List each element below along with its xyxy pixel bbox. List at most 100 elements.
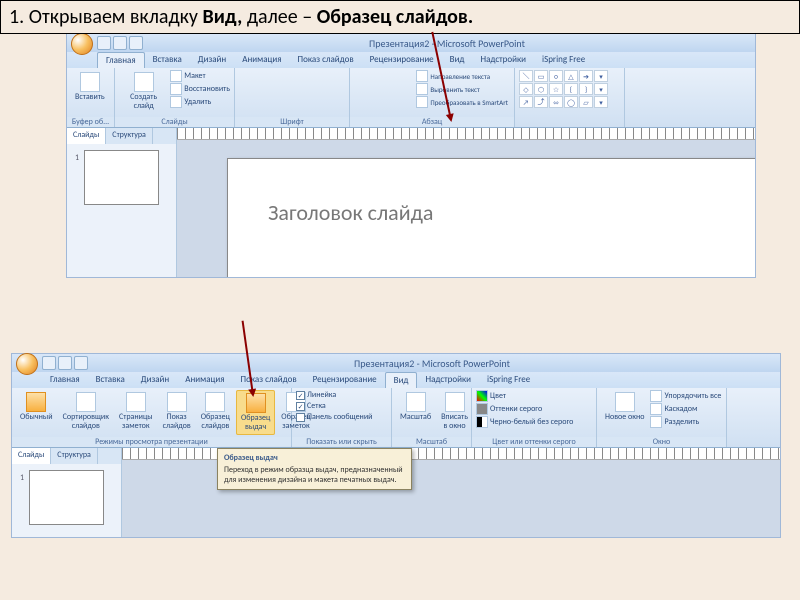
qat-redo-icon[interactable]	[74, 356, 88, 370]
new-window-button[interactable]: Новое окно	[601, 390, 648, 424]
tab-addins-2[interactable]: Надстройки	[417, 372, 479, 388]
shape-oval-icon[interactable]: ○	[549, 70, 563, 82]
tab-slideshow-2[interactable]: Показ слайдов	[233, 372, 305, 388]
side-tab-outline-2[interactable]: Структура	[51, 448, 98, 464]
color-button[interactable]: Цвет	[476, 390, 573, 402]
handout-master-button[interactable]: Образец выдач	[236, 390, 275, 435]
group-window-label: Окно	[597, 437, 726, 447]
shape-icon[interactable]: ▱	[579, 96, 593, 108]
notes-label: Страницы заметок	[119, 413, 153, 431]
notes-page-button[interactable]: Страницы заметок	[115, 390, 157, 433]
shape-icon[interactable]: ▾	[594, 83, 608, 95]
thumb-number-b: 1	[20, 473, 24, 483]
slide-edit-area[interactable]: Заголовок слайда	[227, 158, 755, 277]
shape-icon[interactable]: ⤴	[534, 96, 548, 108]
fit-window-button[interactable]: Вписать в окно	[437, 390, 472, 433]
cascade-icon	[650, 403, 662, 415]
tab-home[interactable]: Главная	[97, 52, 145, 68]
tab-design-2[interactable]: Дизайн	[133, 372, 177, 388]
message-bar-checkbox[interactable]: Панель сообщений	[296, 412, 372, 422]
tab-addins[interactable]: Надстройки	[472, 52, 534, 68]
side-tab-slides[interactable]: Слайды	[67, 128, 106, 144]
new-slide-button[interactable]: Создать слайд	[119, 70, 168, 113]
ruler-label: Линейка	[307, 390, 336, 400]
horizontal-ruler	[177, 128, 755, 140]
normal-view-button[interactable]: Обычный	[16, 390, 57, 424]
shape-more-icon[interactable]: ▾	[594, 70, 608, 82]
slideshow-view-button[interactable]: Показ слайдов	[159, 390, 195, 433]
tab-review[interactable]: Рецензирование	[362, 52, 442, 68]
split-button[interactable]: Разделить	[650, 416, 721, 428]
delete-button[interactable]: Удалить	[170, 96, 230, 108]
group-font: Шрифт	[235, 68, 350, 127]
shape-triangle-icon[interactable]: △	[564, 70, 578, 82]
shape-icon[interactable]: ▾	[594, 96, 608, 108]
tab-insert-2[interactable]: Вставка	[88, 372, 133, 388]
tab-view-2[interactable]: Вид	[385, 372, 418, 388]
grayscale-button[interactable]: Оттенки серого	[476, 403, 573, 415]
notes-page-icon	[126, 392, 146, 412]
group-show-hide: ✓Линейка ✓Сетка Панель сообщений Показат…	[292, 388, 392, 447]
qat-redo-icon[interactable]	[129, 36, 143, 50]
group-show-hide-label: Показать или скрыть	[292, 437, 391, 447]
side-tab-slides-2[interactable]: Слайды	[12, 448, 51, 464]
qat-undo-icon[interactable]	[113, 36, 127, 50]
shape-icon[interactable]: {	[564, 83, 578, 95]
ruler-checkbox[interactable]: ✓Линейка	[296, 390, 372, 400]
smartart-button[interactable]: Преобразовать в SmartArt	[416, 96, 508, 108]
arrange-all-button[interactable]: Упорядочить все	[650, 390, 721, 402]
office-button-2[interactable]	[16, 353, 38, 375]
slide-thumbnail-1b[interactable]: 1	[29, 470, 104, 525]
sorter-view-button[interactable]: Сортировщик слайдов	[59, 390, 113, 433]
zoom-button[interactable]: Масштаб	[396, 390, 435, 424]
tab-slideshow[interactable]: Показ слайдов	[290, 52, 362, 68]
color-label: Цвет	[490, 391, 506, 401]
tab-view[interactable]: Вид	[442, 52, 473, 68]
shape-icon[interactable]: ↗	[519, 96, 533, 108]
shape-icon[interactable]: ⬡	[534, 83, 548, 95]
tab-animation-2[interactable]: Анимация	[177, 372, 232, 388]
shape-icon[interactable]: ◯	[564, 96, 578, 108]
slide-master-button[interactable]: Образец слайдов	[197, 390, 234, 433]
shapes-gallery[interactable]: ＼ ▭ ○ △ ➔ ▾ ◇ ⬡ ☆ { } ▾ ↗ ⤴ ⬄ ◯ ▱	[519, 70, 608, 108]
qat-save-icon[interactable]	[42, 356, 56, 370]
shape-rect-icon[interactable]: ▭	[534, 70, 548, 82]
office-button[interactable]	[71, 33, 93, 55]
qat-save-icon[interactable]	[97, 36, 111, 50]
group-color: Цвет Оттенки серого Черно-белый без серо…	[472, 388, 597, 447]
paste-button[interactable]: Вставить	[71, 70, 109, 104]
gridlines-checkbox[interactable]: ✓Сетка	[296, 401, 372, 411]
reset-button[interactable]: Восстановить	[170, 83, 230, 95]
side-tab-outline[interactable]: Структура	[106, 128, 153, 144]
align-text-button[interactable]: Выровнить текст	[416, 83, 508, 95]
tab-design[interactable]: Дизайн	[190, 52, 234, 68]
checkbox-checked-icon: ✓	[296, 391, 305, 400]
handout-master-label: Образец выдач	[241, 414, 270, 432]
slides-panel-2: Слайды Структура 1	[12, 448, 122, 537]
normal-view-icon	[26, 392, 46, 412]
shape-line-icon[interactable]: ＼	[519, 70, 533, 82]
tab-ispring[interactable]: iSpring Free	[534, 52, 593, 68]
layout-button[interactable]: Макет	[170, 70, 230, 82]
slide-thumbnail-1[interactable]: 1	[84, 150, 159, 205]
split-label: Разделить	[664, 417, 699, 427]
tab-insert[interactable]: Вставка	[145, 52, 190, 68]
text-direction-button[interactable]: Направление текста	[416, 70, 508, 82]
qat-undo-icon[interactable]	[58, 356, 72, 370]
tab-animation[interactable]: Анимация	[234, 52, 289, 68]
shape-arrow-icon[interactable]: ➔	[579, 70, 593, 82]
slide-title-placeholder[interactable]: Заголовок слайда	[268, 199, 734, 226]
shape-icon[interactable]: ☆	[549, 83, 563, 95]
tab-home-2[interactable]: Главная	[42, 372, 88, 388]
tooltip-title: Образец выдач	[224, 453, 405, 463]
tab-ispring-2[interactable]: iSpring Free	[479, 372, 538, 388]
group-slides-label: Слайды	[115, 117, 234, 127]
shape-icon[interactable]: ⬄	[549, 96, 563, 108]
group-paragraph: Направление текста Выровнить текст Преоб…	[350, 68, 515, 127]
shape-icon[interactable]: }	[579, 83, 593, 95]
tab-review-2[interactable]: Рецензирование	[305, 372, 385, 388]
shape-icon[interactable]: ◇	[519, 83, 533, 95]
bw-button[interactable]: Черно-белый без серого	[476, 416, 573, 428]
message-bar-label: Панель сообщений	[307, 412, 372, 422]
cascade-button[interactable]: Каскадом	[650, 403, 721, 415]
